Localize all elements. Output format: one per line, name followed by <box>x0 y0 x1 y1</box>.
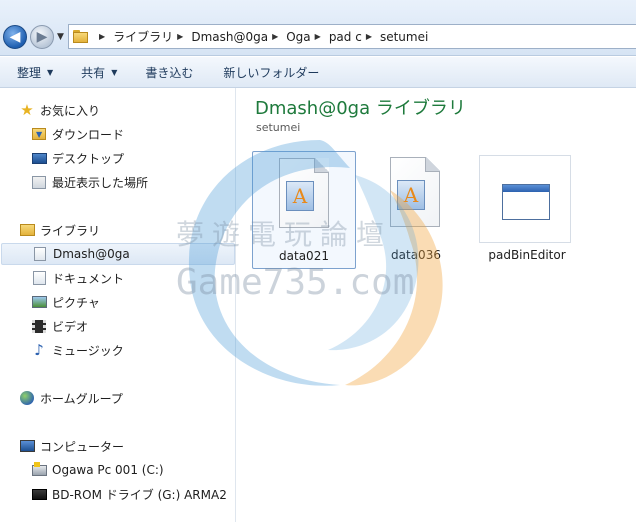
file-name: padBinEditor <box>488 248 566 262</box>
window-icon <box>502 184 550 220</box>
page-subtitle: setumei <box>256 121 301 134</box>
chevron-right-icon[interactable]: ▶ <box>315 32 321 41</box>
nav-item-label: ダウンロード <box>52 127 125 142</box>
arrow-right-icon: ▶ <box>36 29 48 45</box>
downloads-folder-icon: ▼ <box>31 126 47 142</box>
nav-favorites[interactable]: ★ お気に入り <box>19 99 100 121</box>
nav-item-music[interactable]: ♪ ミュージック <box>31 339 124 361</box>
nav-item-label: BD-ROM ドライブ (G:) ARMA2 <box>52 487 227 502</box>
share-button[interactable]: 共有 ▼ <box>81 64 117 81</box>
chevron-right-icon[interactable]: ▶ <box>366 32 372 41</box>
breadcrumb-item-padc[interactable]: pad c <box>329 30 362 44</box>
nav-item-label: Ogawa Pc 001 (C:) <box>52 463 164 477</box>
nav-item-documents[interactable]: ドキュメント <box>31 267 124 289</box>
nav-item-drive-c[interactable]: Ogawa Pc 001 (C:) <box>31 459 164 481</box>
star-icon: ★ <box>20 101 34 119</box>
arrow-left-icon: ◀ <box>9 29 21 45</box>
nav-libraries-label: ライブラリ <box>40 223 101 238</box>
breadcrumb-item-library[interactable]: Dmash@0ga <box>191 30 268 44</box>
breadcrumb-item-libraries[interactable]: ライブラリ <box>113 28 173 45</box>
hard-drive-icon <box>31 461 47 478</box>
nav-item-label: ミュージック <box>52 343 124 358</box>
pictures-icon <box>31 294 47 310</box>
new-folder-button[interactable]: 新しいフォルダー <box>223 64 319 81</box>
font-a-icon: A <box>286 181 314 211</box>
font-a-icon: A <box>397 180 425 210</box>
nav-item-label: Dmash@0ga <box>53 247 130 261</box>
nav-item-pictures[interactable]: ピクチャ <box>31 291 100 313</box>
nav-item-recent-places[interactable]: 最近表示した場所 <box>31 171 148 193</box>
file-item-padbineditor[interactable]: padBinEditor <box>475 151 579 269</box>
nav-item-videos[interactable]: ビデオ <box>31 315 88 337</box>
music-note-icon: ♪ <box>34 341 44 359</box>
forward-button[interactable]: ▶ <box>30 25 54 49</box>
file-name: data021 <box>279 249 329 263</box>
breadcrumb-item-setumei[interactable]: setumei <box>380 30 428 44</box>
nav-item-label: ビデオ <box>52 319 89 334</box>
recent-pages-dropdown[interactable]: ▼ <box>57 32 64 42</box>
desktop-icon <box>31 150 47 166</box>
burn-label: 書き込む <box>145 65 194 80</box>
navigation-pane: ★ お気に入り ▼ ダウンロード デスクトップ 最近表示した場所 ライブラリ D… <box>0 88 236 522</box>
command-bar: 整理 ▼ 共有 ▼ 書き込む 新しいフォルダー <box>0 57 636 88</box>
optical-drive-icon <box>31 486 47 502</box>
documents-icon <box>31 270 47 286</box>
chevron-right-icon[interactable]: ▶ <box>272 32 278 41</box>
file-item-data021[interactable]: A data021 <box>252 151 356 269</box>
organize-label: 整理 <box>17 65 42 80</box>
application-window-icon <box>479 155 571 243</box>
caret-down-icon: ▼ <box>47 67 54 77</box>
nav-item-label: デスクトップ <box>52 151 125 166</box>
breadcrumb-item-oga[interactable]: Oga <box>286 30 310 44</box>
explorer-window: ◀ ▶ ▼ ▶ ライブラリ ▶ Dmash@0ga ▶ Oga ▶ pad c … <box>0 0 636 522</box>
file-name: data036 <box>391 248 441 262</box>
homegroup-icon <box>19 390 35 406</box>
nav-computer-label: コンピューター <box>40 439 125 454</box>
file-item-data036[interactable]: A data036 <box>364 151 468 269</box>
nav-homegroup[interactable]: ホームグループ <box>19 387 123 409</box>
nav-item-label: 最近表示した場所 <box>52 175 149 190</box>
film-icon <box>31 318 47 334</box>
new-folder-label: 新しいフォルダー <box>223 65 320 80</box>
burn-button[interactable]: 書き込む <box>145 64 193 81</box>
nav-favorites-label: お気に入り <box>40 103 101 118</box>
address-bar-area: ◀ ▶ ▼ ▶ ライブラリ ▶ Dmash@0ga ▶ Oga ▶ pad c … <box>0 0 636 56</box>
caret-down-icon: ▼ <box>111 67 118 77</box>
folder-icon <box>73 30 89 43</box>
nav-libraries[interactable]: ライブラリ <box>19 219 100 241</box>
content-pane: Dmash@0ga ライブラリ setumei A data021 A data… <box>237 88 636 522</box>
text-document-icon: A <box>279 158 329 228</box>
nav-item-downloads[interactable]: ▼ ダウンロード <box>31 123 124 145</box>
share-label: 共有 <box>81 65 106 80</box>
computer-icon <box>19 438 35 454</box>
library-document-icon <box>32 246 48 262</box>
chevron-right-icon[interactable]: ▶ <box>177 32 183 41</box>
nav-computer[interactable]: コンピューター <box>19 435 124 457</box>
library-icon <box>19 222 35 238</box>
text-document-icon: A <box>390 157 440 227</box>
nav-item-label: ドキュメント <box>52 271 125 286</box>
nav-homegroup-label: ホームグループ <box>40 391 123 406</box>
nav-item-desktop[interactable]: デスクトップ <box>31 147 124 169</box>
breadcrumb[interactable]: ▶ ライブラリ ▶ Dmash@0ga ▶ Oga ▶ pad c ▶ setu… <box>68 24 636 49</box>
back-button[interactable]: ◀ <box>3 25 27 49</box>
organize-button[interactable]: 整理 ▼ <box>17 64 53 81</box>
nav-item-drive-g[interactable]: BD-ROM ドライブ (G:) ARMA2 <box>31 483 227 505</box>
nav-item-label: ピクチャ <box>52 295 100 310</box>
chevron-right-icon[interactable]: ▶ <box>99 32 105 41</box>
page-title: Dmash@0ga ライブラリ <box>255 98 466 119</box>
nav-item-library-dmash[interactable]: Dmash@0ga <box>1 243 235 265</box>
recent-places-icon <box>31 174 47 190</box>
